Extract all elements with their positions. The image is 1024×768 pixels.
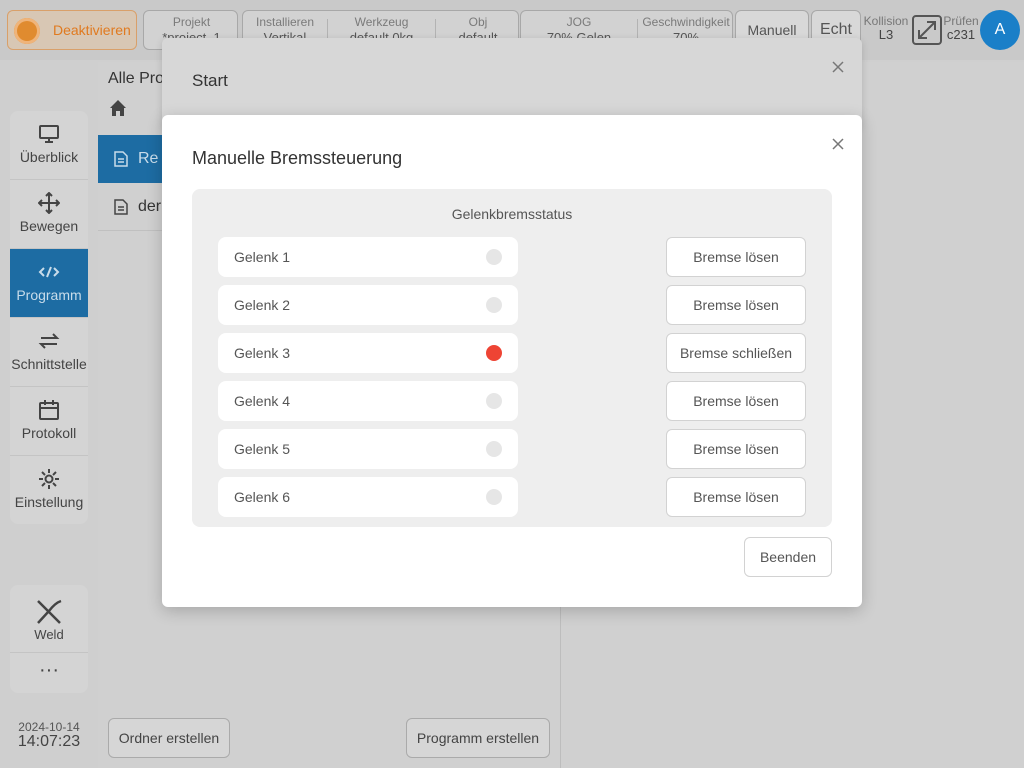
status-heading: Gelenkbremsstatus <box>451 206 573 222</box>
create-program-button[interactable]: Programm erstellen <box>406 718 550 758</box>
joint-status-row: Gelenk 4 <box>218 381 518 421</box>
monitor-icon <box>39 125 59 143</box>
joint-label: Gelenk 6 <box>234 489 291 505</box>
release-brake-button[interactable]: Bremse lösen <box>666 429 806 469</box>
create-folder-button[interactable]: Ordner erstellen <box>108 718 230 758</box>
release-brake-button[interactable]: Bremse lösen <box>666 477 806 517</box>
brake-status-indicator <box>486 345 502 361</box>
sidebar-item-label: Schnittstelle <box>11 356 87 372</box>
brake-status-indicator <box>486 249 502 265</box>
brake-status-indicator <box>486 441 502 457</box>
release-brake-button[interactable]: Bremse lösen <box>666 381 806 421</box>
sidebar-item-log[interactable]: Protokoll <box>10 387 88 456</box>
sidebar-item-label: Einstellung <box>14 494 84 510</box>
close-icon[interactable] <box>832 61 844 73</box>
time-display: 14:07:23 <box>17 733 81 750</box>
joint-status-row: Gelenk 2 <box>218 285 518 325</box>
weld-label: Weld <box>34 627 64 642</box>
joint-status-row: Gelenk 6 <box>218 477 518 517</box>
speed-label: Geschwindigkeit <box>642 15 730 29</box>
close-icon[interactable] <box>832 138 844 150</box>
sidebar-item-settings[interactable]: Einstellung <box>10 456 88 524</box>
deactivate-label: Deaktivieren <box>53 22 131 38</box>
sidebar-item-program[interactable]: Programm <box>10 249 88 318</box>
gear-icon <box>39 469 59 489</box>
finish-button[interactable]: Beenden <box>744 537 832 577</box>
power-indicator-icon <box>14 18 40 44</box>
date-display: 2024-10-14 <box>18 720 80 734</box>
more-icon[interactable]: ··· <box>10 655 88 691</box>
joint-status-row: Gelenk 3 <box>218 333 518 373</box>
home-icon[interactable] <box>109 99 127 117</box>
project-label: Projekt <box>172 15 211 29</box>
collision-value: L3 <box>878 27 894 42</box>
document-icon <box>114 151 128 167</box>
sidebar-item-label: Protokoll <box>21 425 77 441</box>
weld-button[interactable]: Weld <box>10 585 88 653</box>
start-dialog-title: Start <box>192 71 228 90</box>
install-label: Installieren <box>255 15 315 29</box>
brake-status-indicator <box>486 297 502 313</box>
check-indicator[interactable]: Prüfen c231 <box>942 14 980 42</box>
release-brake-button[interactable]: Bremse lösen <box>666 237 806 277</box>
expand-icon[interactable] <box>912 15 942 45</box>
joint-label: Gelenk 2 <box>234 297 291 313</box>
user-avatar[interactable]: A <box>980 10 1020 50</box>
dialog-title: Manuelle Bremssteuerung <box>192 148 403 168</box>
panel-title: Alle Pro <box>108 70 165 87</box>
program-list-item-label: der <box>138 198 162 215</box>
tool-label: Werkzeug <box>354 15 409 29</box>
joint-brake-status-panel: Gelenkbremsstatus Gelenk 1 Bremse lösen … <box>192 189 832 527</box>
obj-label: Obj <box>468 15 488 29</box>
jog-label: JOG <box>566 15 592 29</box>
sidebar: Überblick Bewegen Programm Schnittstelle… <box>10 111 88 524</box>
sidebar-item-label: Bewegen <box>19 218 79 234</box>
sidebar-item-interface[interactable]: Schnittstelle <box>10 318 88 387</box>
joint-label: Gelenk 5 <box>234 441 291 457</box>
joint-label: Gelenk 1 <box>234 249 291 265</box>
joint-status-row: Gelenk 5 <box>218 429 518 469</box>
plugin-box: Weld ··· <box>10 585 88 693</box>
brake-status-indicator <box>486 393 502 409</box>
check-value: c231 <box>946 27 976 42</box>
sidebar-item-label: Programm <box>16 287 82 303</box>
weld-icon <box>37 599 62 624</box>
document-icon <box>114 199 128 215</box>
code-icon <box>38 266 60 278</box>
sidebar-item-move[interactable]: Bewegen <box>10 180 88 249</box>
calendar-icon <box>39 400 59 420</box>
collision-label: Kollision <box>863 14 909 28</box>
sidebar-item-overview[interactable]: Überblick <box>10 111 88 180</box>
joint-label: Gelenk 3 <box>234 345 291 361</box>
release-brake-button[interactable]: Bremse lösen <box>666 285 806 325</box>
collision-indicator[interactable]: Kollision L3 <box>862 14 910 42</box>
joint-status-row: Gelenk 1 <box>218 237 518 277</box>
close-brake-button[interactable]: Bremse schließen <box>666 333 806 373</box>
check-label: Prüfen <box>943 14 979 28</box>
swap-icon <box>38 333 60 349</box>
sidebar-item-label: Überblick <box>19 149 79 165</box>
program-list-item-label: Re <box>138 150 159 167</box>
joint-label: Gelenk 4 <box>234 393 291 409</box>
deactivate-button[interactable]: Deaktivieren <box>7 10 137 50</box>
brake-status-indicator <box>486 489 502 505</box>
brake-control-dialog: Manuelle Bremssteuerung Gelenkbremsstatu… <box>162 115 862 607</box>
move-icon <box>38 192 60 214</box>
